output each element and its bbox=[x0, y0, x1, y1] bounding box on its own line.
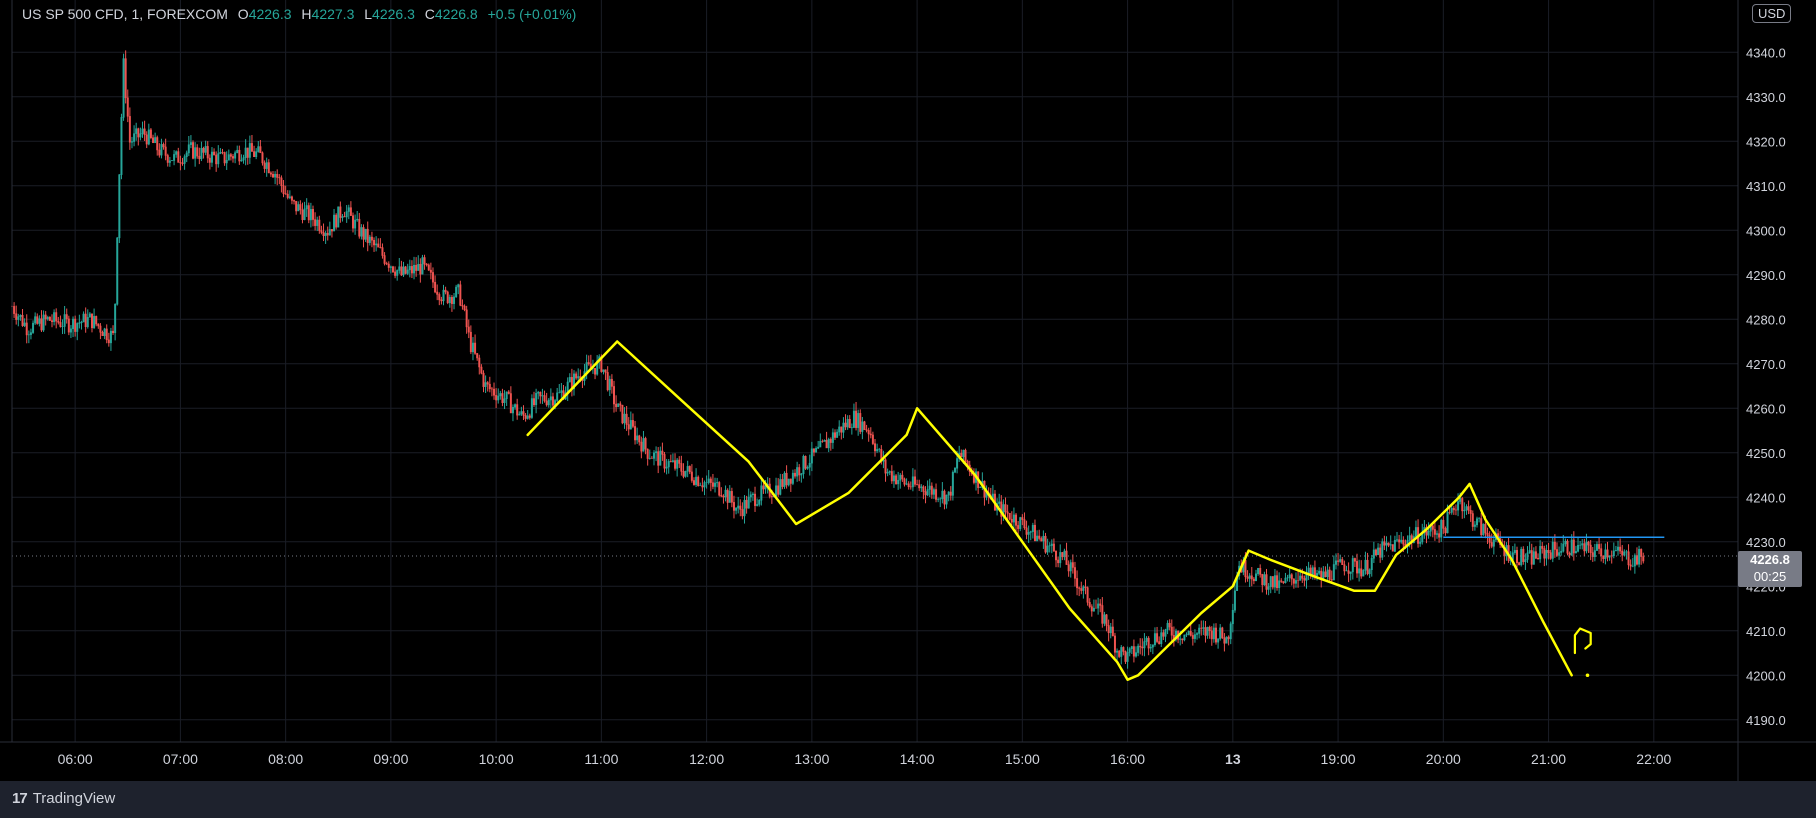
y-tick-label: 4320.0 bbox=[1746, 134, 1786, 149]
y-tick-label: 4270.0 bbox=[1746, 357, 1786, 372]
bar-countdown: 00:25 bbox=[1753, 569, 1787, 584]
y-tick-label: 4340.0 bbox=[1746, 45, 1786, 60]
x-tick-label: 13:00 bbox=[794, 751, 829, 767]
x-tick-label: 19:00 bbox=[1321, 751, 1356, 767]
y-tick-label: 4280.0 bbox=[1746, 312, 1786, 327]
x-tick-label: 22:00 bbox=[1636, 751, 1671, 767]
symbol-legend: US SP 500 CFD, 1, FOREXCOM O4226.3 H4227… bbox=[22, 6, 576, 22]
y-tick-label: 4330.0 bbox=[1746, 90, 1786, 105]
x-tick-label: 12:00 bbox=[689, 751, 724, 767]
last-price-value: 4226.8 bbox=[1750, 552, 1790, 567]
drawn-annotations bbox=[12, 340, 1738, 681]
y-tick-label: 4200.0 bbox=[1746, 668, 1786, 683]
low-key: L bbox=[364, 6, 373, 22]
zigzag-drawing bbox=[526, 340, 1573, 681]
high-value: 4227.3 bbox=[311, 6, 355, 22]
change-value: +0.5 (+0.01%) bbox=[487, 6, 577, 22]
x-tick-label: 07:00 bbox=[163, 751, 198, 767]
last-price-label: 4226.8 00:25 bbox=[1738, 551, 1802, 587]
x-tick-label: 15:00 bbox=[1005, 751, 1040, 767]
tradingview-logo[interactable]: 17 TradingView bbox=[12, 790, 115, 807]
y-tick-label: 4260.0 bbox=[1746, 401, 1786, 416]
x-tick-label: 06:00 bbox=[58, 751, 93, 767]
x-tick-label: 13 bbox=[1225, 751, 1241, 767]
high-key: H bbox=[301, 6, 312, 22]
tradingview-logo-icon: 17 bbox=[12, 790, 28, 807]
x-tick-label: 11:00 bbox=[584, 751, 618, 767]
y-tick-label: 4300.0 bbox=[1746, 223, 1786, 238]
currency-button[interactable]: USD bbox=[1752, 4, 1792, 23]
x-tick-label: 09:00 bbox=[373, 751, 408, 767]
x-tick-label: 21:00 bbox=[1531, 751, 1566, 767]
price-series bbox=[11, 50, 1645, 669]
y-tick-label: 4250.0 bbox=[1746, 446, 1786, 461]
open-value: 4226.3 bbox=[248, 6, 292, 22]
question-mark-drawing bbox=[1573, 627, 1592, 655]
y-tick-label: 4290.0 bbox=[1746, 268, 1786, 283]
y-tick-label: 4240.0 bbox=[1746, 490, 1786, 505]
price-chart[interactable]: 4190.04200.04210.04220.04230.04240.04250… bbox=[0, 0, 1816, 818]
y-tick-label: 4210.0 bbox=[1746, 624, 1786, 639]
y-tick-label: 4230.0 bbox=[1746, 535, 1786, 550]
low-value: 4226.3 bbox=[372, 6, 415, 22]
chart-grid bbox=[12, 0, 1738, 742]
close-value: 4226.8 bbox=[434, 6, 478, 22]
x-tick-label: 08:00 bbox=[268, 751, 303, 767]
open-key: O bbox=[237, 6, 249, 22]
x-tick-label: 10:00 bbox=[479, 751, 514, 767]
x-tick-label: 14:00 bbox=[900, 751, 935, 767]
chart-axes: 4190.04200.04210.04220.04230.04240.04250… bbox=[0, 0, 1816, 781]
y-tick-label: 4190.0 bbox=[1746, 713, 1786, 728]
close-key: C bbox=[424, 6, 435, 22]
brand-name: TradingView bbox=[32, 790, 116, 807]
symbol-name: US SP 500 CFD, 1, FOREXCOM bbox=[22, 6, 228, 22]
y-tick-label: 4310.0 bbox=[1746, 179, 1786, 194]
x-tick-label: 20:00 bbox=[1426, 751, 1461, 767]
x-tick-label: 16:00 bbox=[1110, 751, 1145, 767]
footer-bar: 17 TradingView bbox=[0, 781, 1816, 818]
question-mark-dot bbox=[1585, 673, 1590, 678]
